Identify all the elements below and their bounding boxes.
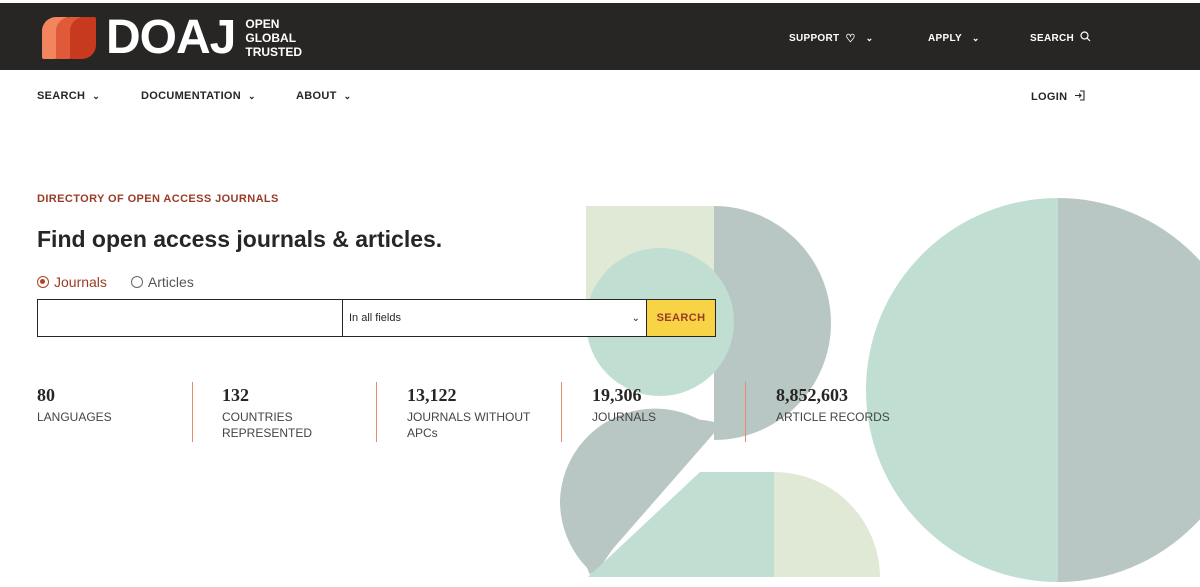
radio-selected-icon: [37, 276, 49, 288]
radio-journals[interactable]: Journals: [37, 274, 107, 290]
logo-wordmark: DOAJ: [106, 11, 236, 64]
tagline-open: OPEN: [245, 17, 280, 31]
stat-divider: [376, 382, 377, 442]
stat-divider: [745, 382, 746, 442]
support-label: SUPPORT: [789, 32, 840, 44]
nav-login-label: LOGIN: [1031, 90, 1068, 103]
stat-caption: ARTICLE RECORDS: [776, 410, 890, 424]
chevron-down-icon: ⌄: [971, 32, 980, 43]
nav-search[interactable]: SEARCH ⌄: [37, 90, 100, 102]
stat-languages: 80 LANGUAGES: [37, 384, 167, 425]
radio-articles-label: Articles: [147, 274, 194, 290]
chevron-down-icon: ⌄: [631, 312, 640, 324]
hero-headline: Find open access journals & articles.: [37, 226, 443, 252]
top-search-label: SEARCH: [1030, 32, 1075, 44]
radio-unselected-icon: [130, 276, 143, 288]
stat-caption: LANGUAGES: [37, 410, 112, 424]
nav-login[interactable]: LOGIN: [1031, 90, 1085, 103]
stat-caption: COUNTRIES REPRESENTED: [222, 410, 313, 440]
stats-row: 80 LANGUAGES 132 COUNTRIES REPRESENTED 1…: [37, 382, 937, 444]
nav-documentation-label: DOCUMENTATION: [141, 90, 242, 102]
top-search-link[interactable]: SEARCH: [1030, 3, 1091, 73]
radio-articles[interactable]: Articles: [130, 274, 194, 290]
doaj-logo[interactable]: DOAJ OPEN GLOBAL TRUSTED: [40, 13, 302, 63]
search-form: In all fields ⌄ SEARCH: [37, 299, 716, 337]
support-menu[interactable]: SUPPORT ♡ ⌄: [789, 3, 873, 73]
secondary-nav: SEARCH ⌄ DOCUMENTATION ⌄ ABOUT ⌄ LOGIN: [0, 70, 1200, 124]
stat-value: 132: [222, 385, 249, 405]
chevron-down-icon: ⌄: [248, 90, 256, 101]
apply-label: APPLY: [928, 32, 962, 44]
logo-mark-icon: [40, 15, 100, 61]
stat-value: 13,122: [407, 385, 457, 405]
nav-about[interactable]: ABOUT ⌄: [296, 90, 351, 102]
top-header: DOAJ OPEN GLOBAL TRUSTED SUPPORT ♡ ⌄ APP…: [0, 0, 1200, 70]
tagline-trusted: TRUSTED: [245, 45, 303, 59]
apply-menu[interactable]: APPLY ⌄: [928, 3, 980, 73]
hero-eyebrow: DIRECTORY OF OPEN ACCESS JOURNALS: [37, 193, 279, 205]
nav-search-label: SEARCH: [37, 90, 86, 102]
chevron-down-icon: ⌄: [92, 90, 101, 101]
heart-icon: ♡: [845, 32, 856, 45]
stat-journals: 19,306 JOURNALS: [592, 384, 722, 425]
nav-about-label: ABOUT: [296, 90, 337, 102]
search-type-radios: Journals Articles: [37, 274, 218, 290]
field-select[interactable]: In all fields ⌄: [342, 299, 647, 337]
stat-caption: JOURNALS WITHOUT APCs: [407, 410, 531, 440]
stat-article-records: 8,852,603 ARTICLE RECORDS: [776, 384, 916, 425]
stat-caption: JOURNALS: [592, 410, 657, 424]
logo-tagline: OPEN GLOBAL TRUSTED: [245, 17, 302, 59]
login-icon: [1074, 90, 1085, 103]
search-icon: [1080, 31, 1091, 45]
stat-divider: [192, 382, 193, 442]
chevron-down-icon: ⌄: [343, 90, 352, 101]
nav-documentation[interactable]: DOCUMENTATION ⌄: [141, 90, 256, 102]
stat-divider: [561, 382, 562, 442]
search-input[interactable]: [37, 299, 342, 337]
radio-journals-label: Journals: [54, 274, 107, 290]
stat-value: 8,852,603: [776, 385, 848, 405]
stat-countries: 132 COUNTRIES REPRESENTED: [222, 384, 332, 441]
field-select-value: In all fields: [349, 312, 401, 324]
stat-value: 80: [37, 385, 55, 405]
stat-journals-without-apcs: 13,122 JOURNALS WITHOUT APCs: [407, 384, 537, 441]
tagline-global: GLOBAL: [245, 31, 297, 45]
stat-value: 19,306: [592, 385, 642, 405]
search-button[interactable]: SEARCH: [647, 299, 716, 337]
chevron-down-icon: ⌄: [865, 32, 874, 43]
